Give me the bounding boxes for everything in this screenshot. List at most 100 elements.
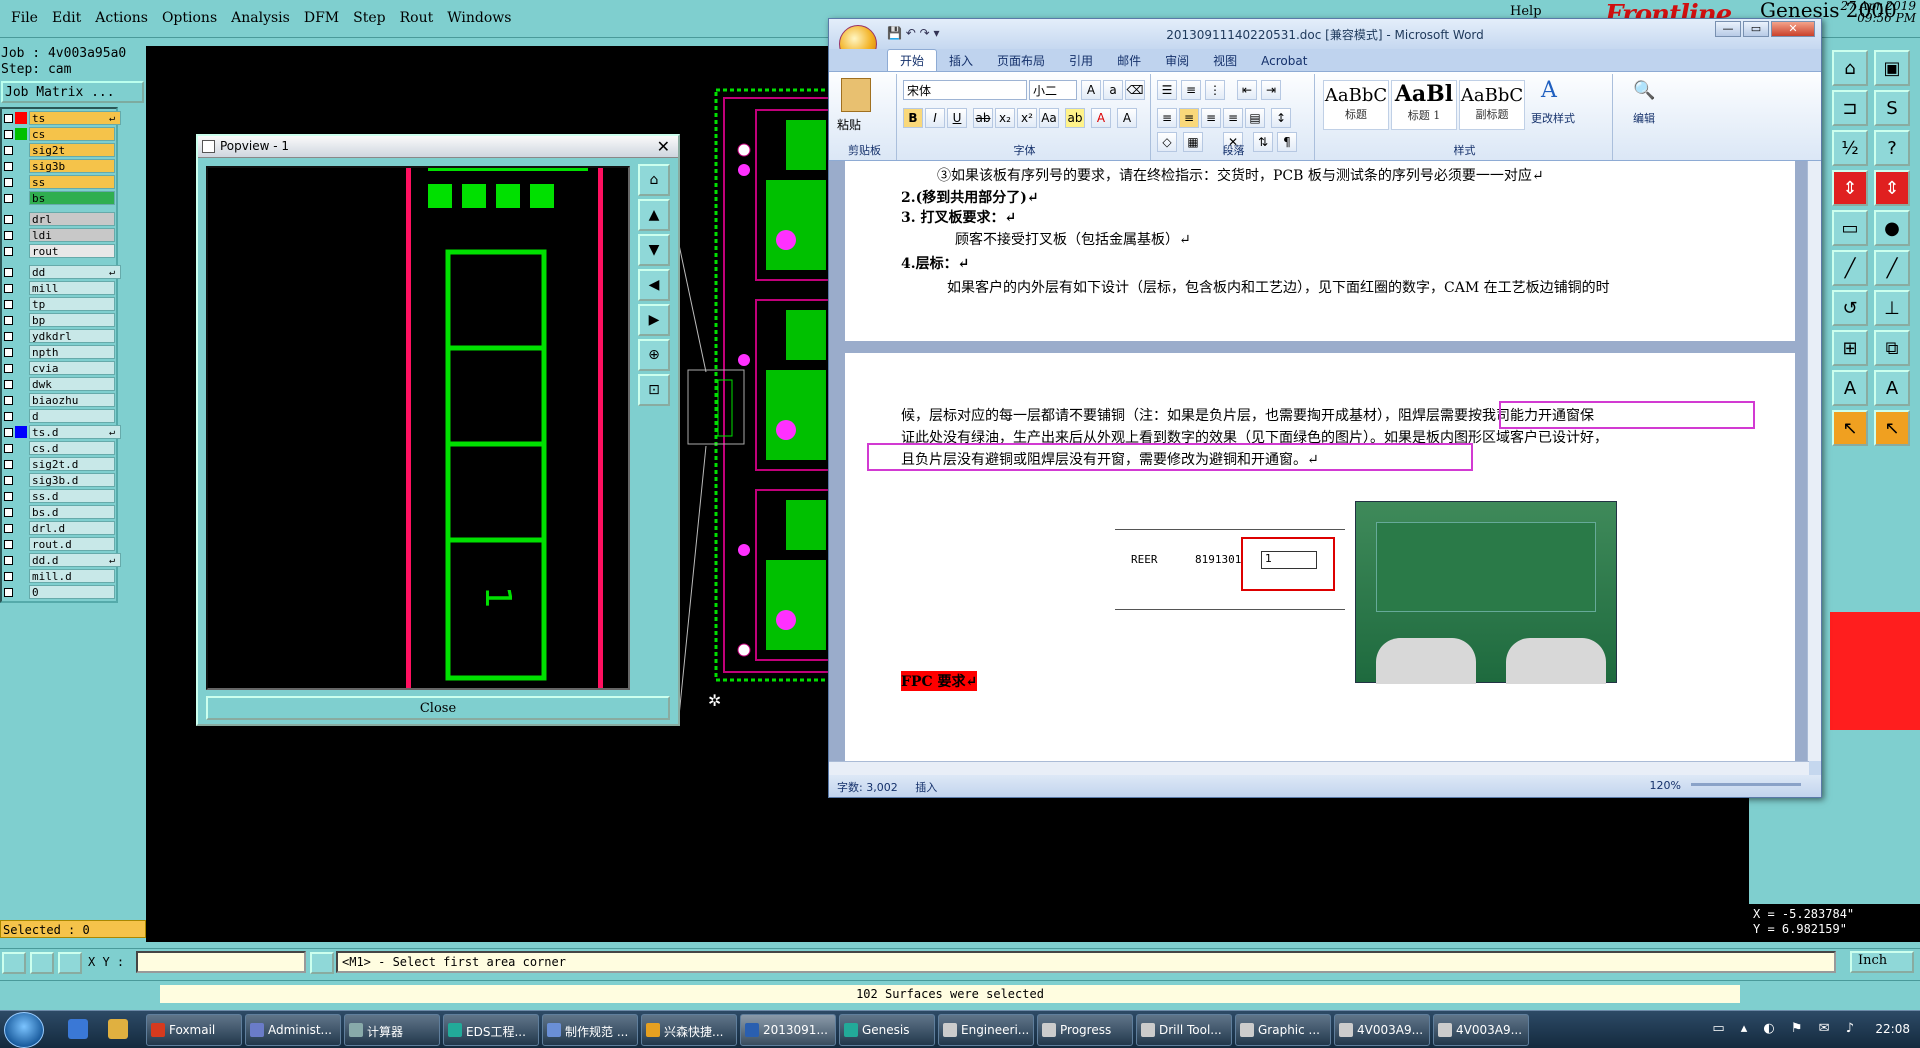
move-icon[interactable]: ⊞ [1832,330,1868,366]
layer-row[interactable]: mill [3,280,115,296]
clock[interactable]: 22:08 [1875,1022,1910,1036]
layer-checkbox[interactable] [4,299,13,309]
taskbar-item[interactable]: Drill Tool... [1136,1014,1232,1046]
layer-checkbox[interactable] [4,315,13,325]
zoom-fit-icon[interactable]: ⊡ [638,374,670,406]
highlight-icon[interactable]: ab [1065,108,1085,128]
layer-name[interactable]: ss [29,175,115,189]
layer-checkbox[interactable] [4,571,13,581]
layer-row[interactable]: ldi [3,227,115,243]
layer-name[interactable]: bs [29,191,115,205]
measure-icon[interactable]: ⇕ [1832,170,1868,206]
layer-name[interactable]: rout [29,244,115,258]
taskbar-item[interactable]: Administ... [245,1014,341,1046]
copy-icon[interactable]: ⧉ [1874,330,1910,366]
taskbar-item[interactable]: Progress [1037,1014,1133,1046]
layer-checkbox[interactable] [4,145,13,155]
taskbar-item[interactable]: Graphic ... [1235,1014,1331,1046]
menu-dfm[interactable]: DFM [301,10,342,26]
menu-help[interactable]: Help [1510,4,1542,19]
explorer-icon[interactable] [108,1019,128,1039]
tab-layout[interactable]: 页面布局 [985,50,1057,71]
layer-checkbox[interactable] [4,475,13,485]
layer-name[interactable]: cs.d [29,441,115,455]
help-icon[interactable]: ? [1874,130,1910,166]
menu-actions[interactable]: Actions [92,10,151,26]
layer-row[interactable]: sig2t.d [3,456,115,472]
layer-row[interactable]: ss [3,174,115,190]
layer-name[interactable]: sig2t [29,143,115,157]
layer-row[interactable]: ss.d [3,488,115,504]
decrease-indent-icon[interactable]: ⇤ [1237,80,1257,100]
snap-icon[interactable] [2,952,26,974]
underline-icon[interactable]: U [947,108,967,128]
justify-icon[interactable]: ≡ [1223,108,1243,128]
menu-analysis[interactable]: Analysis [228,10,293,26]
taskbar-item[interactable]: 制作规范 ... [542,1014,638,1046]
taskbar-item[interactable]: 兴森快捷... [641,1014,737,1046]
layer-checkbox[interactable] [4,379,13,389]
popview-close-button[interactable]: Close [206,696,670,720]
layer-row[interactable]: drl [3,211,115,227]
table-icon[interactable] [58,952,82,974]
split-icon[interactable]: ⊥ [1874,290,1910,326]
pad-icon[interactable]: ● [1874,210,1910,246]
layer-checkbox[interactable] [4,331,13,341]
layer-checkbox[interactable] [4,363,13,373]
layer-checkbox[interactable] [4,246,13,256]
align-center-icon[interactable]: ≡ [1179,108,1199,128]
tab-view[interactable]: 视图 [1201,50,1249,71]
menu-rout[interactable]: Rout [397,10,437,26]
tab-mailings[interactable]: 邮件 [1105,50,1153,71]
layer-name[interactable]: ts.d [29,425,121,439]
numbering-icon[interactable]: ≡ [1181,80,1201,100]
info-icon[interactable] [310,952,334,974]
layer-name[interactable]: ldi [29,228,115,242]
select2-icon[interactable]: ↖ [1874,410,1910,446]
window-icon[interactable]: ▣ [1874,50,1910,86]
taskbar-item[interactable]: Engineeri... [938,1014,1034,1046]
layout-icon[interactable]: ⊐ [1832,90,1868,126]
font-color-icon[interactable]: A [1091,108,1111,128]
layer-name[interactable]: cvia [29,361,115,375]
horizontal-scrollbar[interactable] [829,761,1809,775]
shrink-font-icon[interactable]: a [1103,80,1123,100]
layer-name[interactable]: ss.d [29,489,115,503]
layer-row[interactable]: sig2t [3,142,115,158]
style-heading1[interactable]: AaBl 标题 1 [1391,80,1457,130]
layer-checkbox[interactable] [4,214,13,224]
menu-step[interactable]: Step [350,10,388,26]
layer-name[interactable]: d [29,409,115,423]
layer-row[interactable]: bs.d [3,504,115,520]
layer-checkbox[interactable] [4,523,13,533]
line2-icon[interactable]: ╱ [1874,250,1910,286]
align-left-icon[interactable]: ≡ [1157,108,1177,128]
menu-file[interactable]: File [8,10,41,26]
start-button[interactable] [4,1012,44,1048]
strike-icon[interactable]: ab [973,108,993,128]
layer-name[interactable]: bp [29,313,115,327]
document-area[interactable]: ③如果该板有序列号的要求，请在终检指示：交货时，PCB 板与测试条的序列号必须要… [829,161,1809,761]
xy-input[interactable] [136,951,306,973]
layer-checkbox[interactable] [4,459,13,469]
layer-row[interactable]: ydkdrl [3,328,115,344]
align-right-icon[interactable]: ≡ [1201,108,1221,128]
style-subtitle[interactable]: AaBbC 副标题 [1459,80,1525,130]
layer-name[interactable]: 0 [29,585,115,599]
layer-row[interactable]: d [3,408,115,424]
bullets-icon[interactable]: ☰ [1157,80,1177,100]
layer-row[interactable]: sig3b.d [3,472,115,488]
layer-checkbox[interactable] [4,113,13,123]
layer-checkbox[interactable] [4,177,13,187]
layer-row[interactable]: rout [3,243,115,259]
layer-name[interactable]: ts [29,111,121,125]
editing-button[interactable]: 编辑 [1633,110,1655,126]
layer-row[interactable]: ts.d ↵ [3,424,121,440]
word-titlebar[interactable]: 💾 ↶ ↷ ▾ 20130911140220531.doc [兼容模式] - M… [829,19,1821,63]
layer-row[interactable]: cs.d [3,440,115,456]
pan-up-icon[interactable]: ▲ [638,199,670,231]
taskbar-item[interactable]: Foxmail [146,1014,242,1046]
layer-name[interactable]: tp [29,297,115,311]
layer-name[interactable]: bs.d [29,505,115,519]
layer-name[interactable]: dwk [29,377,115,391]
